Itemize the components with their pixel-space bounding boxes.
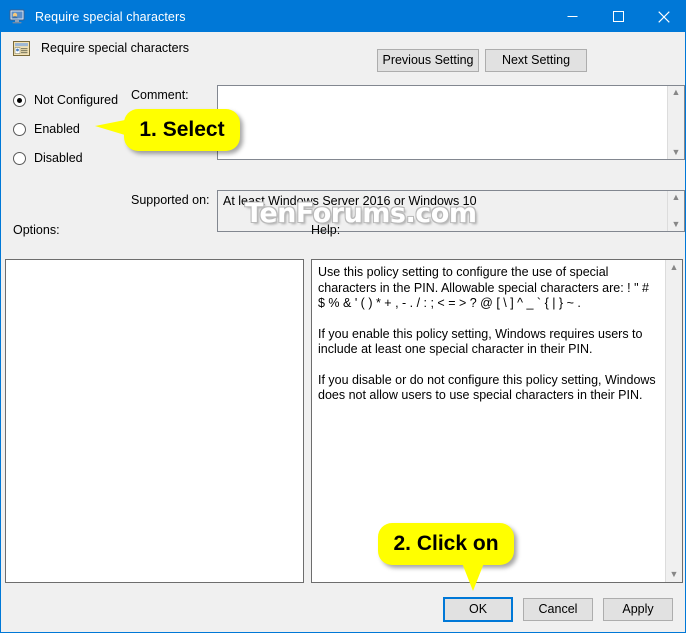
supported-on-field[interactable]: At least Windows Server 2016 or Windows … <box>217 190 685 232</box>
minimize-button[interactable] <box>549 1 595 32</box>
chevron-up-icon[interactable]: ▲ <box>672 88 681 97</box>
chevron-down-icon[interactable]: ▼ <box>670 570 679 579</box>
help-scrollbar[interactable]: ▲ ▼ <box>665 260 682 582</box>
window-controls <box>549 1 685 32</box>
radio-disabled[interactable]: Disabled <box>13 149 83 167</box>
title-bar: Require special characters <box>1 1 685 32</box>
radio-label: Not Configured <box>34 93 119 107</box>
window-title: Require special characters <box>35 9 186 24</box>
policy-monitor-icon <box>9 9 27 25</box>
callout-text: 1. Select <box>139 118 225 141</box>
radio-enabled[interactable]: Enabled <box>13 120 80 138</box>
comment-label: Comment: <box>131 88 189 102</box>
chevron-down-icon[interactable]: ▼ <box>672 220 681 229</box>
callout-step-2: 2. Click on <box>378 523 514 591</box>
radio-not-configured[interactable]: Not Configured <box>13 91 118 109</box>
chevron-up-icon[interactable]: ▲ <box>670 263 679 272</box>
setting-title: Require special characters <box>41 41 189 55</box>
previous-setting-button[interactable]: Previous Setting <box>377 49 479 72</box>
radio-label: Enabled <box>34 122 80 136</box>
callout-step-1: 1. Select <box>95 109 240 151</box>
callout-text: 2. Click on <box>393 532 499 555</box>
help-paragraph: Use this policy setting to configure the… <box>318 265 649 310</box>
group-policy-setting-dialog: Require special characters Require speci… <box>0 0 686 633</box>
next-setting-button[interactable]: Next Setting <box>485 49 587 72</box>
policy-setting-icon <box>13 40 31 57</box>
options-label: Options: <box>13 223 60 237</box>
help-paragraph: If you disable or do not configure this … <box>318 372 656 403</box>
options-panel[interactable] <box>5 259 304 583</box>
supported-on-value: At least Windows Server 2016 or Windows … <box>223 194 477 208</box>
callout-tail <box>462 563 484 591</box>
help-label: Help: <box>311 223 341 237</box>
comment-scrollbar[interactable]: ▲ ▼ <box>667 86 684 159</box>
cancel-button[interactable]: Cancel <box>523 598 593 621</box>
comment-value[interactable] <box>218 86 667 159</box>
maximize-button[interactable] <box>595 1 641 32</box>
supported-on-scrollbar[interactable]: ▲ ▼ <box>667 191 684 231</box>
radio-indicator <box>13 151 26 165</box>
callout-tail <box>95 120 125 135</box>
apply-button[interactable]: Apply <box>603 598 673 621</box>
radio-label: Disabled <box>34 151 83 165</box>
help-paragraph: If you enable this policy setting, Windo… <box>318 326 643 357</box>
ok-button[interactable]: OK <box>443 597 513 622</box>
close-button[interactable] <box>641 1 685 32</box>
options-content <box>6 260 303 582</box>
radio-indicator <box>13 122 26 136</box>
supported-on-label: Supported on: <box>131 193 210 207</box>
radio-indicator <box>13 93 26 107</box>
comment-textarea[interactable]: ▲ ▼ <box>217 85 685 160</box>
chevron-down-icon[interactable]: ▼ <box>672 148 681 157</box>
chevron-up-icon[interactable]: ▲ <box>672 193 681 202</box>
